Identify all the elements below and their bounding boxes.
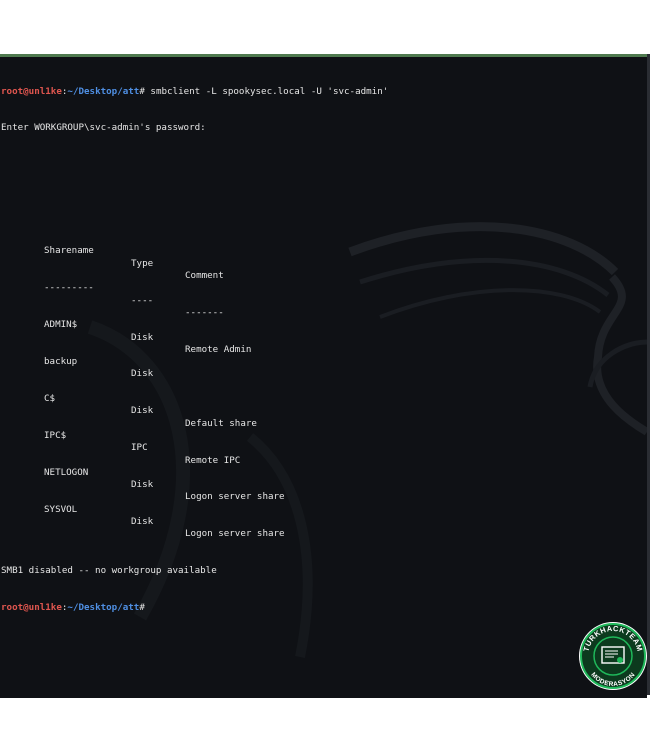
share-name: IPC$ [44,429,67,441]
table-row: ADMIN$ Disk Remote Admin [1,307,388,355]
header-sharename: Sharename [44,245,94,257]
prompt-user-host: root@unl1ke [1,602,62,614]
share-type: Disk [131,479,154,491]
table-row: backup Disk [1,344,388,379]
share-type: Disk [131,368,154,380]
share-type: Disk [131,515,154,527]
table-row: NETLOGON Disk Logon server share [1,455,388,503]
share-type: IPC [131,442,148,454]
command-text: smbclient -L spookysec.local -U 'svc-adm… [144,85,389,97]
prompt-symbol: # [139,602,145,614]
current-prompt[interactable]: root@unl1ke:~/Desktop/att# [1,602,388,614]
share-name: SYSVOL [44,503,78,515]
prompt-user-host: root@unl1ke [1,85,62,97]
terminal-output: root@unl1ke:~/Desktop/att# smbclient -L … [1,61,388,639]
status-line: SMB1 disabled -- no workgroup available [1,565,217,577]
share-type: Disk [131,331,154,343]
share-table: Sharename Type Comment --------- ---- --… [1,209,388,540]
password-prompt: Enter WORKGROUP\svc-admin's password: [1,122,206,134]
share-name: C$ [44,393,56,405]
separator-sharename: --------- [44,282,94,294]
share-type: Disk [131,405,154,417]
header-type: Type [131,257,154,269]
table-row: C$ Disk Default share [1,381,388,429]
prompt-path: ~/Desktop/att [67,602,140,614]
command-line: root@unl1ke:~/Desktop/att# smbclient -L … [1,86,388,98]
share-name: NETLOGON [44,466,89,478]
share-name: backup [44,356,78,368]
share-comment: Logon server share [185,528,285,540]
share-name: ADMIN$ [44,319,78,331]
table-separator: --------- ---- ------- [1,270,388,318]
table-row: SYSVOL Disk Logon server share [1,491,388,540]
prompt-path: ~/Desktop/att [67,85,140,97]
moderator-badge: TURKHACKTEAM MODERASYON [579,622,647,690]
separator-type: ---- [131,294,154,306]
table-row: IPC$ IPC Remote IPC [1,418,388,466]
table-header: Sharename Type Comment [1,233,388,281]
terminal-window[interactable]: root@unl1ke:~/Desktop/att# smbclient -L … [0,54,647,698]
